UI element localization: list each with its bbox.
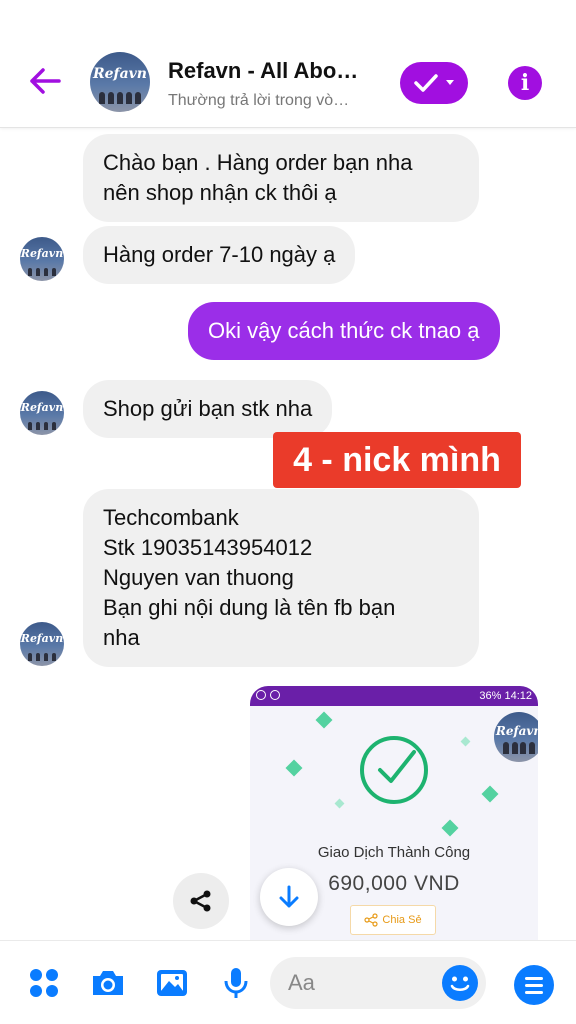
menu-button[interactable]: [514, 965, 554, 1005]
avatar-logo-text: Refavn: [93, 66, 147, 82]
message-bubble[interactable]: Hàng order 7-10 ngày ạ: [83, 226, 356, 284]
message-bubble[interactable]: Shop gửi bạn stk nha: [83, 380, 333, 438]
camera-icon: [93, 971, 123, 995]
message-bubble[interactable]: Chào bạn . Hàng order bạn nha nên shop n…: [83, 134, 479, 222]
back-button[interactable]: [22, 58, 68, 104]
info-icon: i: [520, 70, 530, 96]
my-message-bubble[interactable]: Oki vậy cách thức ck tnao ạ: [188, 302, 500, 360]
image-icon: [157, 970, 187, 996]
sender-avatar[interactable]: Refavn: [20, 622, 64, 666]
contact-avatar[interactable]: Refavn: [90, 52, 150, 112]
scroll-to-bottom-button[interactable]: [260, 868, 318, 926]
share-chip: Chia Sẻ: [350, 905, 436, 935]
share-icon: [190, 890, 211, 912]
composer-bar: [0, 940, 576, 1024]
contact-name[interactable]: Refavn - All Abo…: [168, 58, 383, 84]
apps-button[interactable]: [24, 963, 64, 1003]
sender-avatar[interactable]: Refavn: [20, 391, 64, 435]
back-arrow-icon: [30, 68, 61, 94]
success-check-icon: [360, 736, 428, 804]
contact-status: Thường trả lời trong vò…: [168, 92, 350, 109]
info-button[interactable]: i: [508, 66, 542, 100]
share-button[interactable]: [173, 873, 229, 929]
camera-button[interactable]: [88, 963, 128, 1003]
chat-header: Refavn Refavn - All Abo… Thường trả lời …: [0, 0, 576, 128]
message-bubble[interactable]: Techcombank Stk 19035143954012 Nguyen va…: [83, 489, 479, 667]
microphone-icon: [224, 968, 248, 998]
screenshot-avatar: Refavn: [494, 712, 538, 762]
chevron-down-icon: [446, 80, 454, 85]
emoji-icon: [450, 976, 470, 991]
apps-icon: [30, 969, 58, 997]
screenshot-status-bar: 36% 14:12: [250, 686, 538, 706]
transaction-title: Giao Dịch Thành Công: [317, 844, 471, 861]
gallery-button[interactable]: [152, 963, 192, 1003]
check-icon: [414, 74, 438, 92]
voice-button[interactable]: [216, 963, 256, 1003]
status-time: 36% 14:12: [479, 690, 532, 702]
menu-icon: [525, 976, 543, 980]
emoji-button[interactable]: [442, 965, 478, 1001]
sender-avatar[interactable]: Refavn: [20, 237, 64, 281]
subscribe-button[interactable]: [400, 62, 468, 104]
arrow-down-icon: [279, 885, 299, 908]
share-icon: [364, 913, 379, 927]
annotation-label: 4 - nick mình: [273, 432, 521, 488]
